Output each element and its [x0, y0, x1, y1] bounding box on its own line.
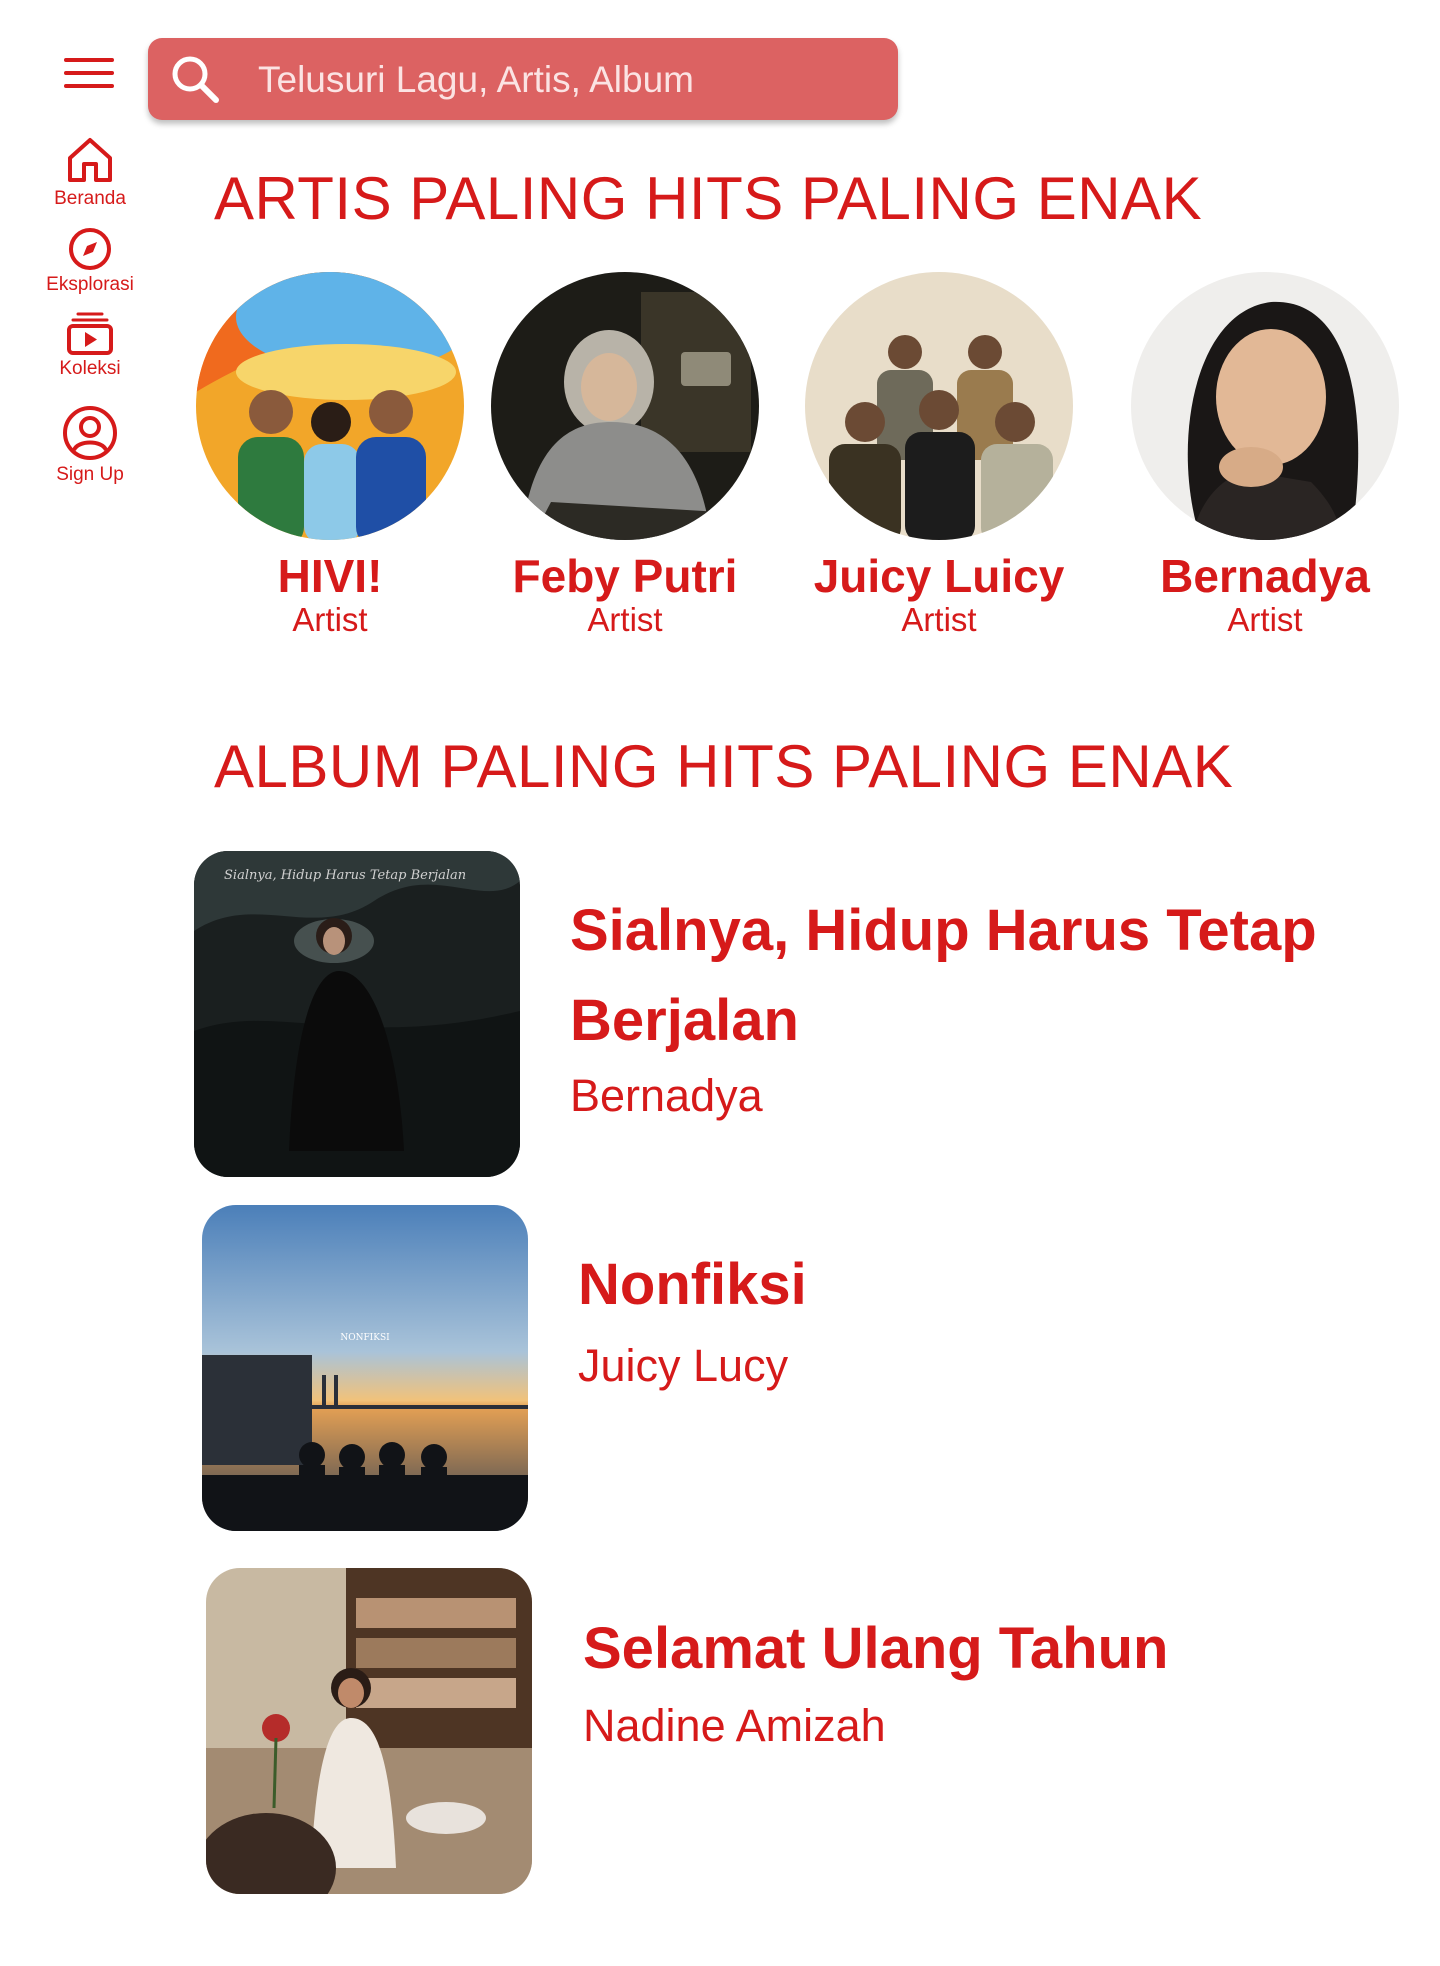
- sidebar-item-signup[interactable]: Sign Up: [20, 404, 160, 486]
- home-icon: [68, 138, 112, 182]
- user-circle-icon: [63, 406, 117, 460]
- artist-photo: [805, 272, 1073, 540]
- album-title: Selamat Ulang Tahun: [583, 1616, 1169, 1681]
- artist-name: HIVI!: [277, 550, 383, 602]
- albums-section-title: ALBUM PALING HITS PALING ENAK: [214, 733, 1234, 800]
- album-artist: Nadine Amizah: [583, 1700, 886, 1751]
- search-input[interactable]: [256, 38, 880, 122]
- sidebar-item-label: Eksplorasi: [46, 274, 134, 295]
- artist-card-juicy-luicy[interactable]: Juicy Luicy Artist: [799, 272, 1079, 638]
- album-cover: Sialnya, Hidup Harus Tetap Berjalan: [194, 851, 520, 1177]
- artist-photo: [1131, 272, 1399, 540]
- sidebar-item-label: Koleksi: [59, 358, 121, 379]
- artist-photo: [196, 272, 464, 540]
- artist-card-hivi[interactable]: HIVI! Artist: [190, 272, 470, 638]
- artist-photo: [491, 272, 759, 540]
- search-icon: [172, 56, 219, 103]
- sidebar-item-label: Beranda: [54, 188, 126, 209]
- artist-type: Artist: [901, 601, 977, 638]
- compass-icon: [69, 228, 111, 270]
- album-title: Sialnya, Hidup Harus Tetap Berjalan: [570, 898, 1317, 1053]
- library-icon: [67, 312, 113, 355]
- album-title: Nonfiksi: [578, 1252, 807, 1317]
- artist-name: Juicy Luicy: [813, 550, 1065, 602]
- sidebar-item-eksplorasi[interactable]: Eksplorasi: [20, 226, 160, 296]
- artist-type: Artist: [292, 601, 368, 638]
- artist-type: Artist: [1227, 601, 1303, 638]
- artist-card-feby-putri[interactable]: Feby Putri Artist: [485, 272, 765, 638]
- sidebar-item-label: Sign Up: [56, 464, 124, 485]
- artist-type: Artist: [587, 601, 663, 638]
- artist-card-bernadya[interactable]: Bernadya Artist: [1125, 272, 1405, 638]
- album-artist: Bernadya: [570, 1070, 763, 1121]
- artist-name: Bernadya: [1160, 550, 1370, 602]
- artists-section-title: ARTIS PALING HITS PALING ENAK: [214, 165, 1203, 232]
- album-cover-text: NONFIKSI: [340, 1333, 390, 1343]
- artist-name: Feby Putri: [512, 550, 738, 602]
- album-cover: [206, 1568, 532, 1894]
- album-cover-text: Sialnya, Hidup Harus Tetap Berjalan: [224, 868, 466, 883]
- sidebar-item-beranda[interactable]: Beranda: [20, 134, 160, 210]
- sidebar-item-koleksi[interactable]: Koleksi: [20, 310, 160, 380]
- menu-icon[interactable]: [64, 58, 114, 90]
- album-artist: Juicy Lucy: [578, 1340, 789, 1391]
- album-cover: NONFIKSI: [202, 1205, 528, 1531]
- search-bar[interactable]: [148, 38, 898, 122]
